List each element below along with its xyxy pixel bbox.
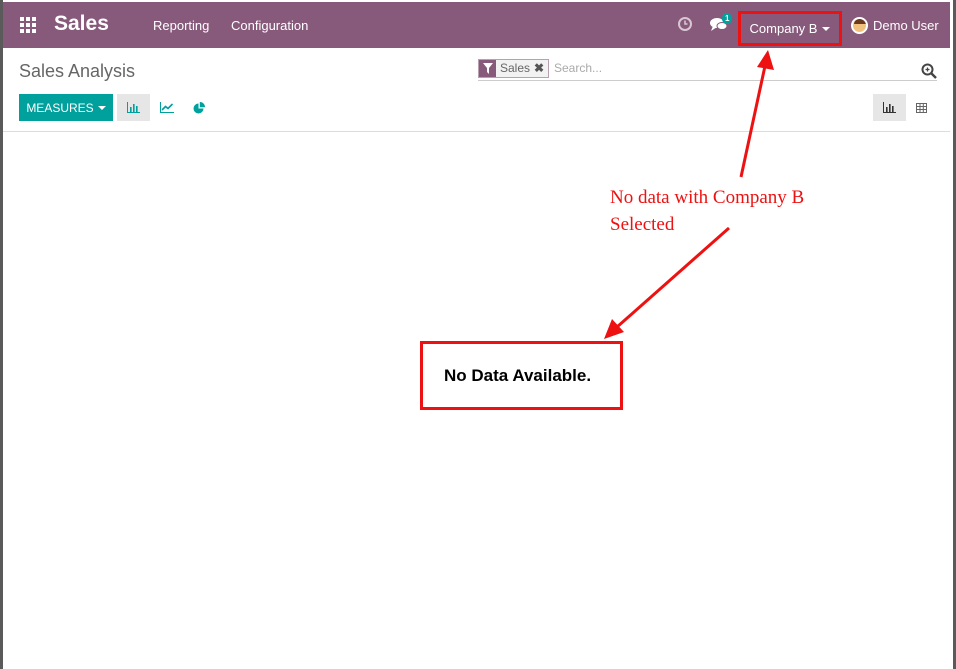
arrowhead-up — [757, 50, 774, 70]
annotation-arrows — [604, 50, 774, 339]
arrow-to-box — [616, 226, 730, 329]
arrow-to-company — [739, 65, 767, 178]
